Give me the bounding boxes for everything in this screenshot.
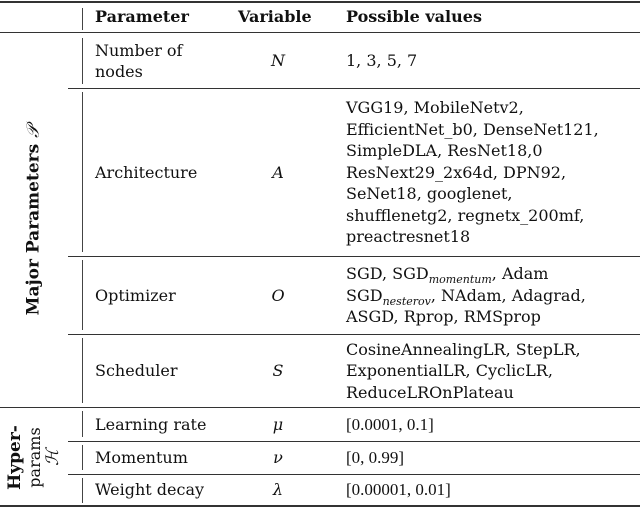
group-label-text: Major Parameters [23,143,44,315]
row-weight-decay-parameter: Weight decay [95,480,205,500]
group-symbol: ℋ [42,448,63,466]
row-momentum-values: [0, 0.99] [346,448,405,468]
column-separator [82,411,83,437]
group-label-line2: params [24,426,44,488]
row-weight-decay-variable: λ [272,480,284,500]
group-label-major-parameters: Major Parameters 𝒫 [0,33,68,407]
row-learning-rate-variable: μ [272,414,284,434]
row-optimizer-parameter: Optimizer [95,285,176,305]
column-separator [82,38,83,84]
column-separator [82,478,83,503]
column-separator [82,445,83,470]
column-separator [82,260,83,330]
value-line: VGG19, MobileNetv2, [346,98,524,118]
value-line: ExponentialLR, CyclicLR, [346,361,553,381]
row-scheduler-parameter: Scheduler [95,361,178,381]
value-line: CosineAnnealingLR, StepLR, [346,339,581,359]
value-line: SGD, SGDmomentum, Adam [346,264,549,287]
group-symbol: 𝒫 [23,125,44,138]
value-line: ResNext29_2x64d, DPN92, [346,162,567,182]
column-separator [82,92,83,252]
value-line: preactresnet18 [346,227,471,247]
row-scheduler-variable: S [272,361,284,381]
row-learning-rate-parameter: Learning rate [95,414,207,434]
value-line: SeNet18, googlenet, [346,184,513,204]
row-architecture-values: VGG19, MobileNetv2, EfficientNet_b0, Den… [346,89,638,256]
row-nodes-variable: N [271,51,285,71]
value-line: shufflenetg2, regnetx_200mf, [346,205,585,225]
group-label-line1: Hyper- [4,424,25,490]
value-line: SGDnesterov, NAdam, Adagrad, [346,285,586,308]
value-line: EfficientNet_b0, DenseNet121, [346,119,599,139]
row-optimizer-variable: O [271,285,285,305]
row-momentum-parameter: Momentum [95,448,188,468]
row-weight-decay-values: [0.00001, 0.01] [346,480,451,500]
column-separator [82,8,83,30]
value-line: SimpleDLA, ResNet18,0 [346,141,543,161]
row-momentum-variable: ν [273,448,283,468]
row-learning-rate-values: [0.0001, 0.1] [346,414,434,434]
row-optimizer-values: SGD, SGDmomentum, Adam SGDnesterov, NAda… [346,257,638,334]
header-rule [0,32,640,33]
value-line: ASGD, Rprop, RMSprop [346,307,541,327]
row-nodes-values: 1, 3, 5, 7 [346,51,418,71]
value-line: ReduceLROnPlateau [346,382,514,402]
row-architecture-variable: A [272,162,284,182]
column-separator [82,338,83,403]
header-possible-values: Possible values [346,7,482,27]
top-rule [0,1,640,3]
row-nodes-parameter: Number of nodes [95,36,235,86]
header-variable: Variable [238,7,312,27]
row-scheduler-values: CosineAnnealingLR, StepLR, ExponentialLR… [346,335,638,407]
header-parameter: Parameter [95,7,189,27]
group-label-hyperparams: Hyper- params ℋ [0,408,68,506]
parameter-text: Number of nodes [95,40,183,82]
row-architecture-parameter: Architecture [95,162,198,182]
